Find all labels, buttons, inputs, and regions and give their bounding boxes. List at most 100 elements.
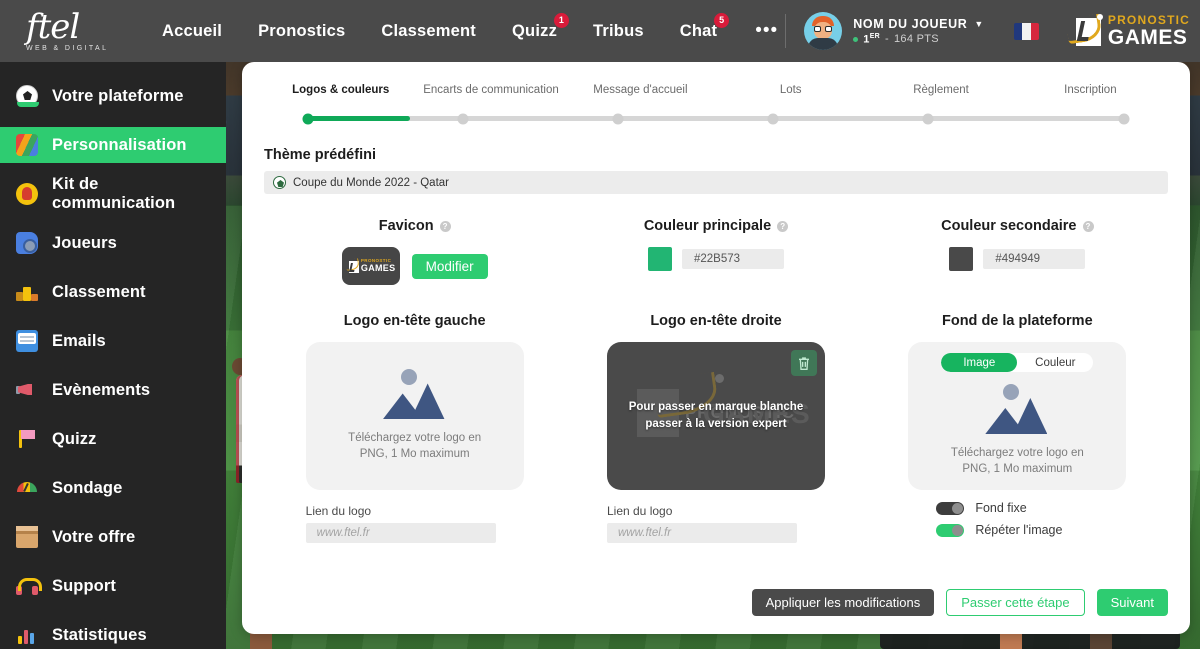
primary-color-input[interactable]: #22B573 [681, 249, 784, 269]
sidebar-item-votre-plateforme[interactable]: Votre plateforme [0, 78, 226, 114]
france-flag-icon[interactable] [1013, 22, 1039, 40]
sidebar-item-joueurs[interactable]: Joueurs [0, 225, 226, 261]
logo-left-dropzone[interactable]: Téléchargez votre logo en PNG, 1 Mo maxi… [305, 342, 524, 490]
pg-logo-text: PRONOSTIC GAMES [1108, 14, 1190, 48]
avatar-glasses-right [825, 26, 833, 32]
background-upload-hint: Téléchargez votre logo en PNG, 1 Mo maxi… [950, 447, 1084, 475]
step-label-lots[interactable]: Lots [780, 84, 802, 96]
nav-more-icon[interactable]: ••• [755, 20, 778, 42]
logo-left-link-input[interactable]: www.ftel.fr [305, 523, 496, 543]
favicon-logo-text: PRONOSTIC GAMES [360, 258, 396, 274]
background-tab-image[interactable]: Image [941, 353, 1018, 372]
logo-left-title: Logo en-tête gauche [343, 313, 486, 329]
player-name-row[interactable]: NOM DU JOUEUR ▼ [853, 17, 984, 31]
nav-label: Classement [381, 21, 477, 40]
theme-select[interactable]: Coupe du Monde 2022 - Qatar [264, 171, 1168, 194]
secondary-color-input[interactable]: #494949 [983, 249, 1086, 269]
package-icon [16, 526, 38, 548]
wizard-stepper: Logos & couleurs Encarts de communicatio… [242, 62, 1190, 124]
ftel-logo-mark: ftel [26, 7, 80, 47]
chevron-down-icon[interactable]: ▼ [974, 19, 984, 29]
avatar[interactable] [804, 12, 843, 50]
megaphone-icon [16, 379, 38, 401]
delete-icon[interactable] [790, 350, 817, 376]
favicon-title: Favicon [378, 218, 434, 234]
bar-chart-icon [16, 624, 38, 646]
step-label-message-accueil[interactable]: Message d'accueil [593, 84, 687, 96]
help-icon[interactable]: ? [1082, 220, 1094, 232]
nav-label: Pronostics [258, 21, 346, 40]
sidebar-item-label: Statistiques [52, 625, 147, 644]
card-footer-actions: Appliquer les modifications Passer cette… [751, 589, 1168, 616]
main-nav-items: Accueil Pronostics Classement Quizz 1 Tr… [162, 12, 778, 42]
rank-separator: - [885, 33, 889, 45]
top-nav-right-cluster: NOM DU JOUEUR ▼ 1ER - 164 PTS PRONOSTIC … [785, 12, 1200, 50]
sidebar-item-support[interactable]: Support [0, 568, 226, 604]
nav-item-classement[interactable]: Classement [381, 22, 476, 41]
secondary-color-swatch[interactable] [949, 247, 974, 271]
sidebar-item-classement[interactable]: Classement [0, 274, 226, 310]
nav-label: Quizz [512, 21, 558, 40]
background-dropzone[interactable]: Image Couleur Téléchargez votre logo en … [908, 342, 1127, 490]
step-label-reglement[interactable]: Règlement [913, 84, 969, 96]
fond-fixe-toggle[interactable] [936, 501, 965, 515]
help-icon[interactable]: ? [439, 220, 451, 232]
sidebar-item-label: Evènements [52, 380, 151, 399]
help-icon[interactable]: ? [777, 220, 789, 232]
background-tab-couleur[interactable]: Couleur [1017, 353, 1093, 372]
skip-step-button[interactable]: Passer cette étape [946, 589, 1085, 616]
sidebar-item-label: Kit de communication [52, 175, 176, 212]
flag-icon [16, 428, 38, 450]
next-button[interactable]: Suivant [1096, 589, 1168, 616]
logo-right-title: Logo en-tête droite [650, 313, 782, 329]
step-node-4[interactable] [767, 113, 779, 124]
sidebar-item-votre-offre[interactable]: Votre offre [0, 519, 226, 555]
step-label-logos-couleurs[interactable]: Logos & couleurs [292, 84, 389, 96]
repeter-image-toggle[interactable] [936, 523, 965, 537]
step-label-inscription[interactable]: Inscription [1064, 84, 1116, 96]
step-node-2[interactable] [457, 113, 469, 124]
nav-item-chat[interactable]: Chat 5 [680, 12, 730, 41]
sidebar-item-statistiques[interactable]: Statistiques [0, 617, 226, 649]
sidebar-item-quizz[interactable]: Quizz [0, 421, 226, 457]
image-placeholder-icon [382, 369, 447, 420]
sidebar-item-label: Emails [52, 331, 106, 350]
pronostic-games-logo[interactable]: PRONOSTIC GAMES [1065, 13, 1190, 48]
apply-changes-button[interactable]: Appliquer les modifications [751, 589, 935, 616]
background-type-toggle: Image Couleur [941, 353, 1094, 372]
branding-row: Favicon ? PRONOSTIC GAMES Modifier Coule… [242, 218, 1190, 285]
step-label-encarts[interactable]: Encarts de communication [423, 84, 559, 96]
step-node-6[interactable] [1118, 113, 1130, 124]
logo-right-link-label: Lien du logo [606, 504, 673, 518]
primary-color-swatch[interactable] [647, 247, 672, 271]
player-info[interactable]: NOM DU JOUEUR ▼ 1ER - 164 PTS [853, 17, 984, 45]
sidebar-item-kit-de-communication[interactable]: Kit de communication [0, 175, 226, 212]
sidebar-item-sondage[interactable]: Sondage [0, 470, 226, 506]
logo-left-link-label: Lien du logo [305, 504, 372, 518]
logo-right-dropzone[interactable]: PRONOSTIC GAMES Pour passer en marque bl… [606, 342, 825, 490]
stepper-progress-fill [308, 116, 410, 121]
modify-favicon-button[interactable]: Modifier [411, 253, 488, 279]
favicon-logo-bottom: GAMES [360, 263, 396, 274]
repeter-image-row: Répéter l'image [936, 523, 1126, 537]
favicon-preview[interactable]: PRONOSTIC GAMES [341, 247, 400, 285]
step-node-5[interactable] [922, 113, 934, 124]
nav-item-pronostics[interactable]: Pronostics [258, 22, 345, 41]
primary-color-controls: #22B573 [647, 247, 784, 271]
sidebar-item-emails[interactable]: Emails [0, 323, 226, 359]
stepper-track [302, 113, 1130, 124]
step-node-1[interactable] [302, 113, 314, 124]
sidebar-item-personnalisation[interactable]: Personnalisation [0, 127, 226, 163]
step-node-3[interactable] [612, 113, 624, 124]
pg-logo-top: PRONOSTIC [1107, 13, 1190, 27]
nav-label: Accueil [162, 21, 223, 40]
ftel-logo[interactable]: ftel WEB & DIGITAL [0, 10, 150, 52]
primary-color-title-row: Couleur principale ? [644, 218, 789, 234]
logo-left-section: Logo en-tête gauche Téléchargez votre lo… [264, 313, 565, 543]
nav-item-tribus[interactable]: Tribus [593, 22, 644, 41]
sidebar-item-evenements[interactable]: Evènements [0, 372, 226, 408]
logo-right-link-input[interactable]: www.ftel.fr [606, 523, 797, 543]
nav-item-accueil[interactable]: Accueil [162, 22, 222, 41]
nav-item-quizz[interactable]: Quizz 1 [512, 12, 570, 41]
sidebar-item-label: Quizz [52, 429, 97, 448]
